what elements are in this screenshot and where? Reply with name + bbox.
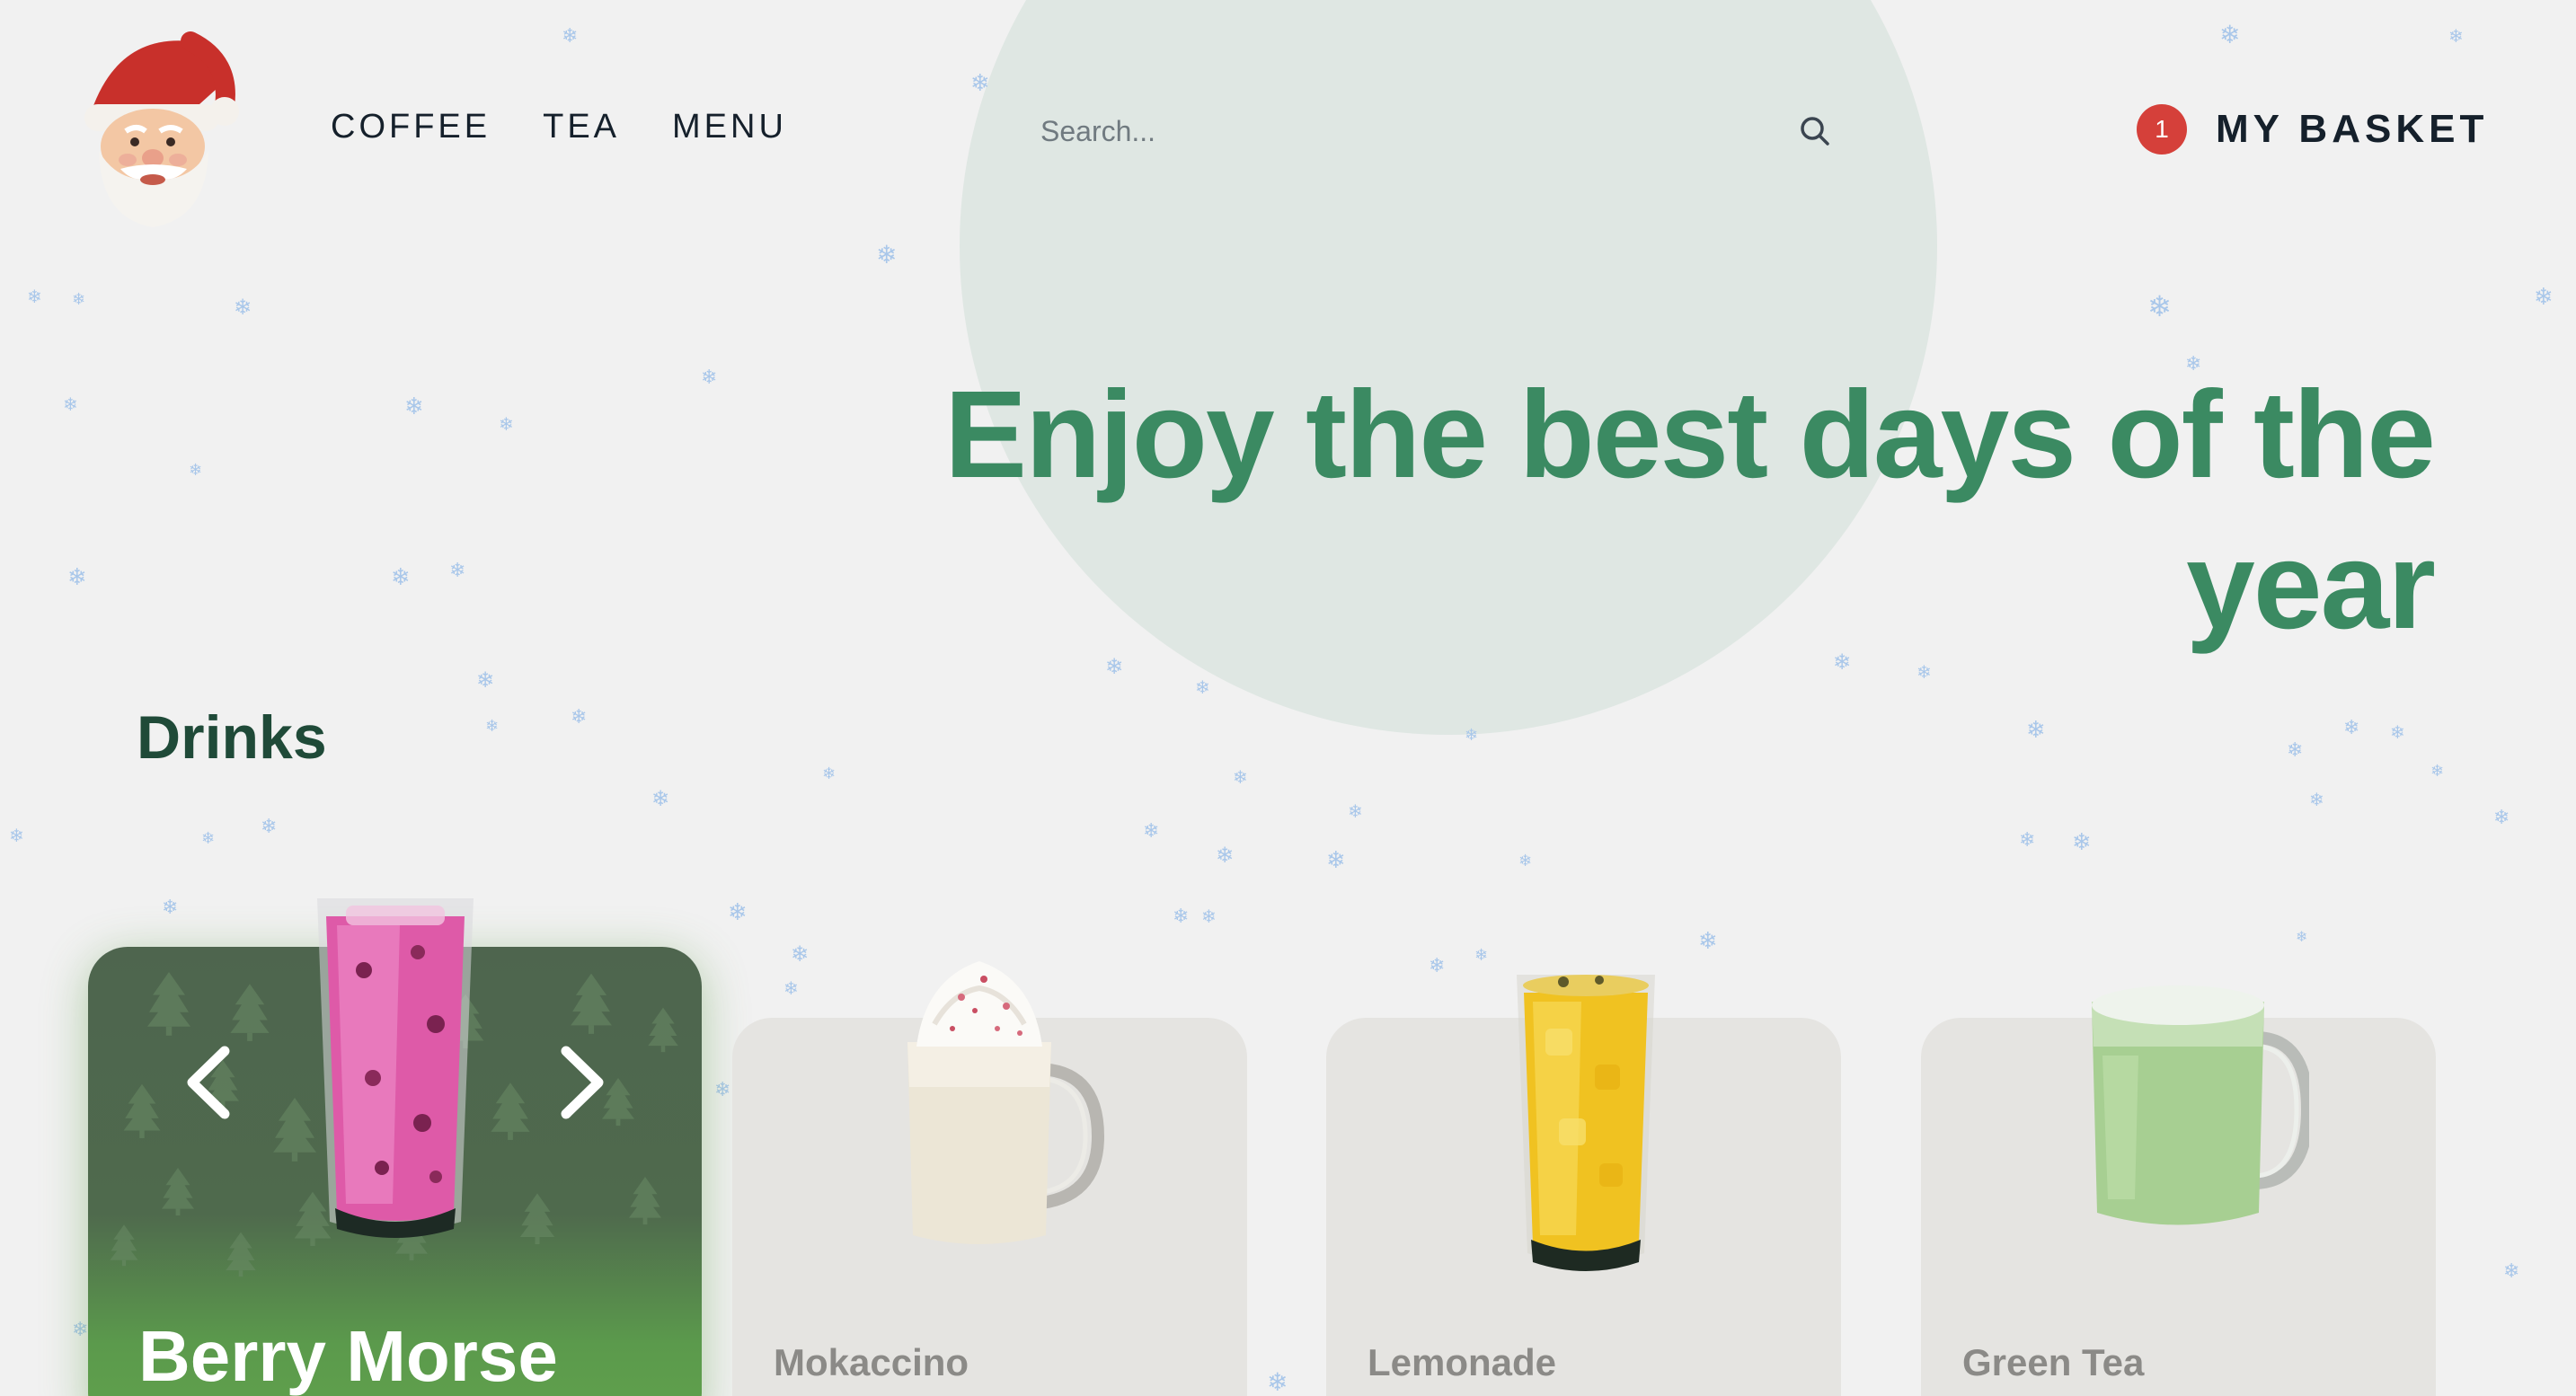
snowflake-icon: ❄	[783, 977, 799, 999]
christmas-tree-icon	[571, 973, 612, 1034]
christmas-tree-icon	[230, 984, 270, 1041]
snowflake-icon: ❄	[1917, 661, 1932, 683]
featured-drink-name: Berry Morse	[138, 1316, 558, 1396]
nav-item-tea[interactable]: TEA	[543, 108, 620, 146]
hero-headline-line-2: year	[2186, 517, 2436, 655]
snowflake-icon: ❄	[27, 286, 42, 307]
snowflake-icon: ❄	[391, 564, 411, 591]
hero-headline: Enjoy the best days of the year	[907, 359, 2436, 661]
snowflake-icon: ❄	[1201, 906, 1217, 927]
search-icon[interactable]	[1795, 111, 1835, 151]
snowflake-icon: ❄	[651, 786, 670, 811]
nav-item-coffee[interactable]: COFFEE	[331, 108, 491, 146]
snowflake-icon: ❄	[2147, 289, 2172, 323]
snowflake-icon: ❄	[201, 829, 216, 848]
snowflake-icon: ❄	[1348, 800, 1363, 822]
snowflake-icon: ❄	[1173, 906, 1190, 928]
snowflake-icon: ❄	[2493, 807, 2510, 829]
snowflake-icon: ❄	[72, 1319, 89, 1341]
lemonade-drink-image	[1509, 966, 1662, 1285]
chevron-right-icon[interactable]	[553, 1042, 611, 1123]
snowflake-icon: ❄	[728, 899, 748, 926]
section-title-drinks: Drinks	[137, 703, 327, 772]
snowflake-icon: ❄	[2448, 25, 2464, 47]
snowflake-icon: ❄	[189, 461, 203, 480]
christmas-tree-icon	[648, 1007, 678, 1053]
snowflake-icon: ❄	[2430, 762, 2445, 781]
snowflake-icon: ❄	[1233, 766, 1248, 788]
snowflake-icon: ❄	[261, 816, 278, 838]
snowflake-icon: ❄	[2026, 717, 2046, 744]
snowflake-icon: ❄	[2072, 829, 2092, 856]
search-input[interactable]	[1024, 114, 1793, 148]
snowflake-icon: ❄	[2309, 789, 2324, 810]
snowflake-icon: ❄	[822, 764, 837, 783]
snowflake-icon: ❄	[63, 393, 78, 415]
snowflake-icon: ❄	[791, 941, 810, 967]
snowflake-icon: ❄	[2296, 928, 2308, 945]
snowflake-icon: ❄	[2503, 1260, 2520, 1283]
main-nav: COFFEE TEA MENU	[331, 108, 787, 146]
nav-item-menu[interactable]: MENU	[672, 108, 787, 146]
drink-card-name: Green Tea	[1962, 1341, 2145, 1383]
snowflake-icon: ❄	[701, 367, 718, 389]
hero-headline-line-1: Enjoy the best days of the	[944, 366, 2436, 504]
snowflake-icon: ❄	[499, 413, 514, 435]
snowflake-icon: ❄	[72, 290, 86, 309]
christmas-tree-icon	[123, 1083, 161, 1138]
snowflake-icon: ❄	[9, 825, 24, 846]
basket-button[interactable]: 1 MY BASKET	[2137, 104, 2488, 155]
basket-label: MY BASKET	[2216, 107, 2489, 151]
snowflake-icon: ❄	[571, 706, 588, 729]
christmas-tree-icon	[629, 1177, 661, 1225]
snowflake-icon: ❄	[1326, 847, 1346, 874]
snowflake-icon: ❄	[714, 1079, 731, 1101]
snowflake-icon: ❄	[485, 717, 500, 736]
snowflake-icon: ❄	[1698, 928, 1718, 955]
snowflake-icon: ❄	[2287, 739, 2304, 762]
snowflake-icon: ❄	[449, 560, 466, 582]
snowflake-icon: ❄	[404, 393, 424, 420]
christmas-tree-icon	[110, 1224, 138, 1267]
christmas-tree-icon	[226, 1232, 256, 1277]
snowflake-icon: ❄	[2019, 829, 2036, 852]
berry-morse-drink-image	[310, 889, 481, 1253]
snowflake-icon: ❄	[2534, 284, 2554, 311]
santa-claus-logo-icon[interactable]	[65, 25, 244, 232]
page: ❄ ❄ ❄ ❄ ❄ ❄ ❄ ❄ ❄ ❄ ❄ ❄ ❄ ❄ ❄ ❄ ❄ ❄ ❄ ❄ ❄ ❄ ❄ ❄ ❄ ❄ ❄ ❄ ❄ ❄ ❄ ❄ ❄ ❄ ❄ ❄ ❄ ❄ ❄ ❄…	[0, 0, 2576, 1396]
christmas-tree-icon	[519, 1193, 555, 1245]
christmas-tree-icon	[147, 972, 190, 1036]
search-bar	[1024, 99, 1851, 163]
basket-count-badge: 1	[2137, 104, 2187, 155]
snowflake-icon: ❄	[562, 25, 579, 48]
chevron-left-icon[interactable]	[180, 1042, 237, 1123]
snowflake-icon: ❄	[67, 564, 87, 591]
snowflake-icon: ❄	[1216, 843, 1235, 868]
christmas-tree-icon	[162, 1168, 194, 1216]
drink-card-name: Lemonade	[1368, 1341, 1557, 1383]
snowflake-icon: ❄	[2219, 20, 2241, 49]
snowflake-icon: ❄	[1195, 676, 1210, 698]
snowflake-icon: ❄	[1474, 946, 1489, 965]
snowflake-icon: ❄	[1267, 1367, 1288, 1396]
snowflake-icon: ❄	[1518, 852, 1533, 870]
snowflake-icon: ❄	[234, 295, 252, 320]
green-tea-drink-image	[2085, 975, 2315, 1249]
drink-card-name: Mokaccino	[774, 1341, 969, 1383]
snowflake-icon: ❄	[876, 240, 898, 269]
snowflake-icon: ❄	[162, 897, 179, 919]
mokaccino-drink-image	[899, 943, 1114, 1271]
snowflake-icon: ❄	[2343, 717, 2360, 739]
snowflake-icon: ❄	[2390, 721, 2405, 743]
snowflake-icon: ❄	[1429, 955, 1446, 977]
snowflake-icon: ❄	[1143, 820, 1160, 843]
christmas-tree-icon	[491, 1082, 530, 1140]
snowflake-icon: ❄	[476, 667, 495, 693]
